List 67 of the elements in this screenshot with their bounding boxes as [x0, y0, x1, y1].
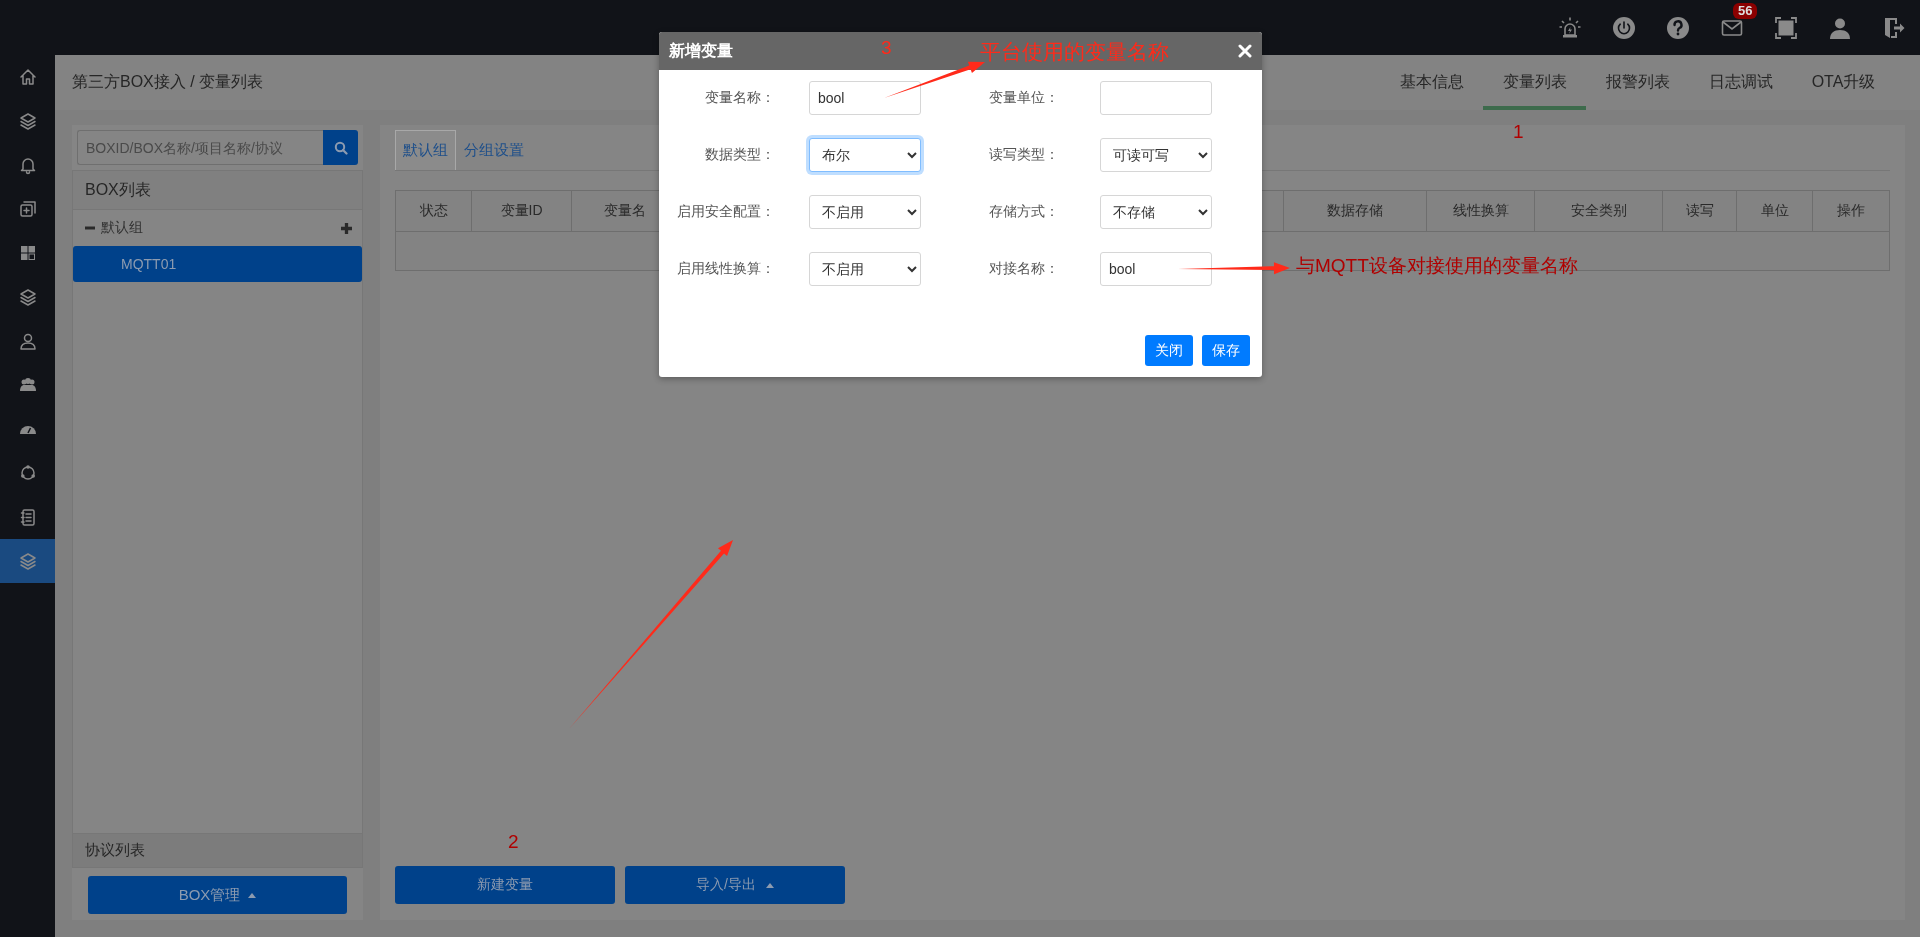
caret-icon — [248, 892, 257, 898]
tab[interactable]: 基本信息 — [1380, 55, 1483, 110]
column-header: 操作 — [1836, 201, 1866, 220]
column-header: 变量ID — [472, 191, 572, 231]
select-field[interactable]: 不启用 — [809, 252, 921, 286]
column-header: 状态 — [396, 191, 472, 231]
user-icon — [17, 331, 38, 351]
box-manage-button[interactable]: BOX管理 — [88, 876, 347, 914]
breadcrumb: 第三方BOX接入 / 变量列表 — [72, 72, 264, 92]
column-header: 安全类别 — [1535, 191, 1663, 231]
search-icon — [333, 140, 348, 155]
field-label: 数据类型： — [704, 145, 775, 164]
select-field[interactable]: 可读可写 — [1100, 138, 1212, 172]
column-header: 线性换算 — [1427, 191, 1535, 231]
home-icon — [17, 67, 38, 87]
field-label: 变量名称： — [704, 88, 775, 107]
select-field[interactable]: 不存储 — [1100, 195, 1212, 229]
caret-icon — [765, 882, 774, 888]
annotation-text: 与MQTT设备对接使用的变量名称 — [1296, 256, 1578, 277]
tab[interactable]: 变量列表 — [1483, 55, 1586, 110]
tab[interactable]: 默认组 — [395, 130, 456, 170]
column-header: 数据存储 — [1284, 191, 1427, 231]
tab[interactable]: 日志调试 — [1689, 55, 1792, 110]
help-icon[interactable] — [1666, 15, 1690, 40]
fullscreen-icon[interactable] — [1774, 15, 1798, 40]
close-icon[interactable] — [1238, 44, 1252, 58]
column-header: 变量名 — [603, 201, 647, 220]
search-field[interactable]: BOXID/BOX名称/项目名称/协议 — [77, 130, 323, 165]
select-field[interactable]: 布尔 — [809, 138, 921, 172]
section-title: 协议列表 — [72, 834, 363, 868]
box-item[interactable]: MQTT01 — [73, 246, 362, 282]
search-button[interactable] — [323, 130, 358, 165]
add-copy-icon — [17, 199, 38, 219]
annotation-text: 2 — [508, 832, 519, 853]
column-header: 单位 — [1737, 191, 1813, 231]
close-button[interactable]: 关闭 — [1145, 335, 1193, 366]
annotation-text: 3 — [881, 38, 892, 59]
save-button[interactable]: 保存 — [1202, 335, 1250, 366]
field-label: 存储方式： — [989, 202, 1060, 221]
input-field[interactable]: bool — [809, 81, 921, 115]
column-header: 读写 — [1663, 191, 1737, 231]
annotation-text: 平台使用的变量名称 — [980, 40, 1169, 64]
tab[interactable]: 分组设置 — [456, 130, 532, 170]
annotation-text: 1 — [1513, 122, 1524, 143]
layers-icon — [17, 111, 38, 131]
field-label: 读写类型： — [989, 145, 1060, 164]
field-label: 启用线性换算： — [676, 259, 775, 278]
select-field[interactable]: 不启用 — [809, 195, 921, 229]
add-icon[interactable] — [341, 222, 352, 234]
input-field[interactable] — [1100, 81, 1212, 115]
tab[interactable]: 报警列表 — [1586, 55, 1689, 110]
dropdown-button[interactable]: 导入/导出 — [625, 866, 845, 904]
field-label: 变量单位： — [989, 88, 1060, 107]
list-title: BOX列表 — [73, 171, 362, 210]
input-field[interactable]: bool — [1100, 252, 1212, 286]
field-label: 启用安全配置： — [676, 202, 775, 221]
layers-icon — [17, 551, 38, 571]
new-variable-button[interactable]: 新建变量 — [395, 866, 615, 904]
layers-icon — [17, 287, 38, 307]
power-icon[interactable] — [1612, 15, 1636, 40]
beacon-icon[interactable] — [1558, 15, 1582, 40]
tab[interactable]: OTA升级 — [1792, 55, 1895, 110]
dialog-title: 新增变量 — [669, 40, 733, 61]
group-row[interactable]: 默认组 — [73, 210, 362, 246]
field-label: 对接名称： — [989, 259, 1060, 278]
exit-icon[interactable] — [1882, 15, 1906, 40]
unread-badge: 56 — [1733, 2, 1758, 19]
